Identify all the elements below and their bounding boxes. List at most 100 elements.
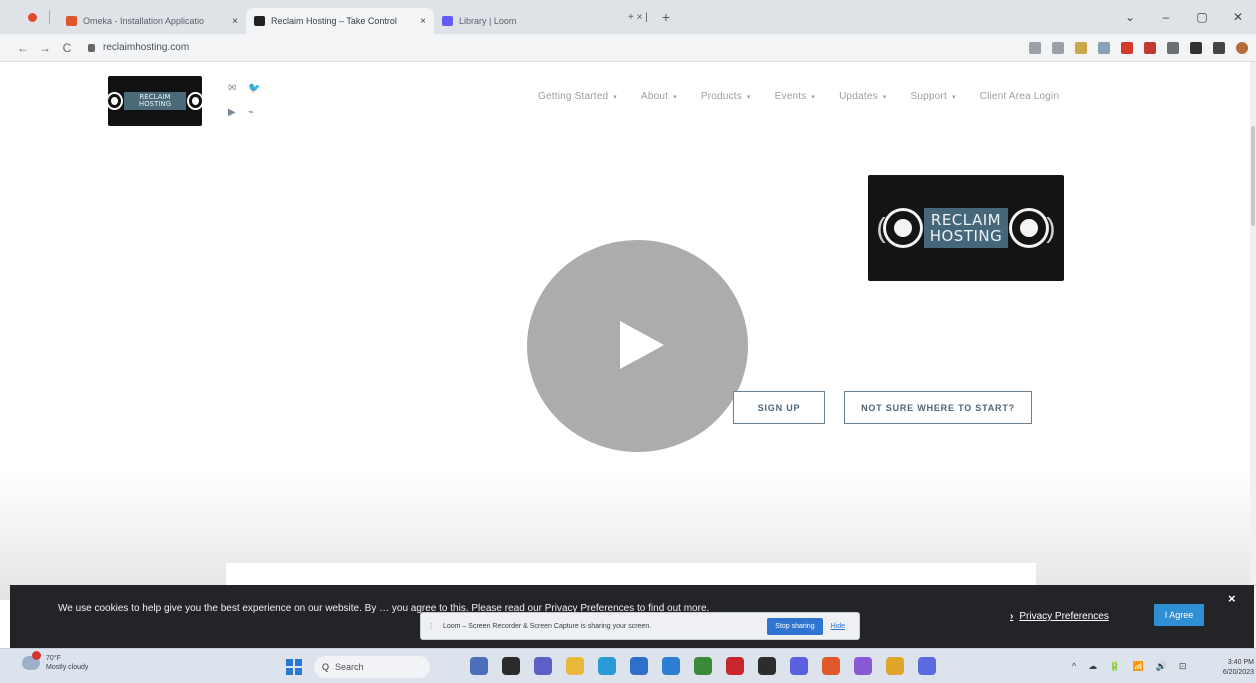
- app-9-icon[interactable]: [726, 657, 744, 675]
- share-icon[interactable]: [1029, 42, 1041, 54]
- nav-item-client-area-login[interactable]: Client Area Login: [980, 91, 1060, 102]
- app-15-icon[interactable]: [918, 657, 936, 675]
- cloud-icon: [22, 651, 41, 670]
- stop-sharing-button[interactable]: Stop sharing: [767, 617, 823, 635]
- puzzle-icon[interactable]: [1190, 42, 1202, 54]
- url-field[interactable]: reclaimhosting.com: [88, 42, 189, 53]
- nav-item-support[interactable]: Support ▾: [911, 91, 956, 102]
- chevron-down-icon: ▾: [951, 94, 956, 101]
- app-13-icon[interactable]: [854, 657, 872, 675]
- nav-item-events[interactable]: Events ▾: [775, 91, 816, 102]
- app-1-icon[interactable]: [470, 657, 488, 675]
- search-icon: Q: [322, 662, 330, 672]
- display-icon[interactable]: ⊡: [1179, 661, 1187, 672]
- hero-logo-label: RECLAIM HOSTING: [923, 208, 1009, 248]
- start-button[interactable]: [286, 659, 302, 675]
- agree-button[interactable]: I Agree: [1154, 604, 1204, 626]
- sidebar-icon[interactable]: [1213, 42, 1225, 54]
- app-3-icon[interactable]: [534, 657, 552, 675]
- forward-button[interactable]: →: [34, 41, 56, 55]
- app-6-icon[interactable]: [630, 657, 648, 675]
- app-7-icon[interactable]: [662, 657, 680, 675]
- app-10-icon[interactable]: [758, 657, 776, 675]
- new-tab-button[interactable]: +: [662, 9, 670, 25]
- tab-close-icon[interactable]: ×: [420, 16, 426, 27]
- close-icon[interactable]: ×: [1228, 591, 1236, 606]
- tab-close-icon[interactable]: ×: [232, 16, 238, 27]
- nav-item-about[interactable]: About ▾: [641, 91, 677, 102]
- tab-favicon-icon: [254, 16, 265, 26]
- hide-link[interactable]: Hide: [831, 623, 845, 630]
- extension-d-icon[interactable]: [1144, 42, 1156, 54]
- sound-arc-left-icon: (: [876, 212, 886, 243]
- chevron-down-icon[interactable]: ⌄: [1112, 10, 1148, 24]
- taskbar-search-label: Search: [335, 662, 364, 672]
- extensions-toolbar: [1018, 34, 1248, 62]
- share-message: Loom – Screen Recorder & Screen Capture …: [443, 622, 652, 630]
- tab-separator: [49, 10, 50, 24]
- weather-desc: Mostly cloudy: [46, 664, 89, 671]
- tab-favicon-icon: [442, 16, 453, 26]
- nav-item-getting-started[interactable]: Getting Started ▾: [538, 91, 617, 102]
- browser-tab[interactable]: Library | Loom: [434, 8, 622, 34]
- url-text: reclaimhosting.com: [103, 42, 190, 53]
- profile-icon[interactable]: [1236, 42, 1248, 54]
- back-button[interactable]: ←: [12, 41, 34, 55]
- rss-icon[interactable]: ⌁: [248, 106, 268, 118]
- browser-tab[interactable]: Reclaim Hosting – Take Control ×: [246, 8, 434, 34]
- twitter-icon[interactable]: 🐦: [248, 82, 268, 94]
- chevron-down-icon: ▾: [613, 94, 617, 101]
- site-logo[interactable]: RECLAIM HOSTING: [108, 76, 202, 126]
- chevron-down-icon: ▾: [882, 94, 887, 101]
- show-hidden-icons-icon[interactable]: ^: [1072, 661, 1076, 672]
- youtube-icon[interactable]: ▶: [228, 106, 248, 118]
- app-5-icon[interactable]: [598, 657, 616, 675]
- tab-strip: Omeka - Installation Applicatio × Reclaim …: [58, 0, 622, 34]
- screen: Omeka - Installation Applicatio × Reclaim …: [0, 0, 1256, 683]
- maximize-icon[interactable]: ▢: [1184, 10, 1220, 24]
- chevron-right-icon: ›: [1010, 611, 1014, 622]
- volume-icon[interactable]: 🔊: [1156, 661, 1167, 672]
- social-links: ✉ 🐦 ▶ ⌁: [228, 82, 268, 118]
- close-window-icon[interactable]: ✕: [1220, 10, 1256, 24]
- tab-group-controls[interactable]: + × |: [628, 12, 648, 23]
- minimize-icon[interactable]: –: [1148, 10, 1184, 24]
- extension-c-icon[interactable]: [1121, 42, 1133, 54]
- weather-temp: 70°F: [46, 655, 61, 662]
- email-icon[interactable]: ✉: [228, 82, 248, 94]
- site-navigation: Getting Started ▾ About ▾ Products ▾ Events ▾ Up…: [538, 91, 1083, 102]
- taskbar-search[interactable]: Q Search: [314, 656, 430, 678]
- privacy-preferences-label: Privacy Preferences: [1019, 611, 1109, 622]
- wifi-icon[interactable]: 📶: [1132, 661, 1143, 672]
- weather-widget[interactable]: 70°F Mostly cloudy: [22, 651, 89, 672]
- app-4-icon[interactable]: [566, 657, 584, 675]
- tape-reel-left-icon: [108, 94, 121, 108]
- app-12-icon[interactable]: [822, 657, 840, 675]
- drag-handle-icon[interactable]: ⁞: [425, 622, 437, 631]
- clock[interactable]: 3:40 PM 6/20/2023: [1208, 658, 1254, 678]
- tape-reel-right-icon: [189, 94, 202, 108]
- browser-tab[interactable]: Omeka - Installation Applicatio ×: [58, 8, 246, 34]
- scrollbar-thumb[interactable]: [1251, 126, 1255, 226]
- privacy-preferences-link[interactable]: › Privacy Preferences: [1010, 611, 1109, 622]
- extension-e-icon[interactable]: [1167, 42, 1179, 54]
- app-8-icon[interactable]: [694, 657, 712, 675]
- reload-button[interactable]: C: [56, 41, 78, 55]
- app-2-icon[interactable]: [502, 657, 520, 675]
- extension-b-icon[interactable]: [1098, 42, 1110, 54]
- nav-item-updates[interactable]: Updates ▾: [839, 91, 886, 102]
- nav-item-products[interactable]: Products ▾: [701, 91, 751, 102]
- cloud-sync-icon[interactable]: ☁: [1088, 661, 1097, 672]
- page-scrollbar[interactable]: [1250, 62, 1256, 648]
- screen-share-bar: ⁞ Loom – Screen Recorder & Screen Captur…: [420, 612, 860, 640]
- nav-item-label: Client Area Login: [979, 91, 1060, 102]
- battery-icon[interactable]: 🔋: [1109, 661, 1120, 672]
- system-tray: ^ ☁ 🔋 📶 🔊 ⊡: [1072, 661, 1198, 672]
- extension-a-icon[interactable]: [1075, 42, 1087, 54]
- not-sure-button[interactable]: NOT SURE WHERE TO START?: [844, 391, 1032, 424]
- app-14-icon[interactable]: [886, 657, 904, 675]
- app-11-icon[interactable]: [790, 657, 808, 675]
- play-icon[interactable]: [620, 321, 664, 369]
- star-icon[interactable]: [1052, 42, 1064, 54]
- sign-up-button[interactable]: SIGN UP: [733, 391, 825, 424]
